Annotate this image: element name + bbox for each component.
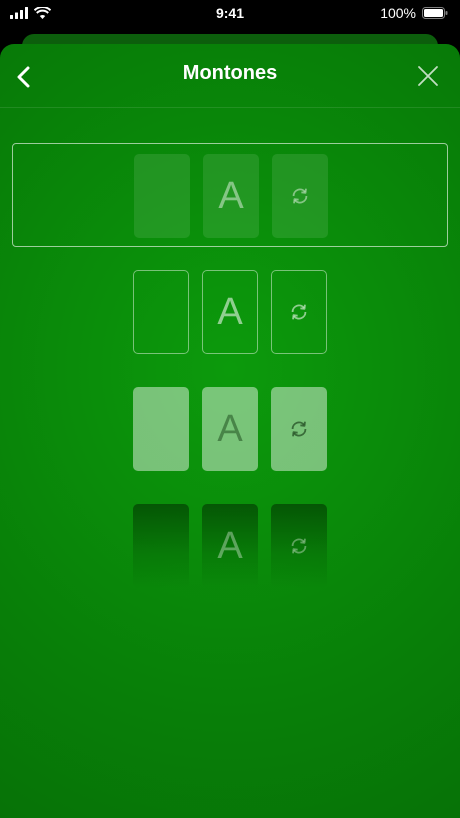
pile-style-option-1[interactable]: A (12, 143, 448, 247)
ace-label: A (217, 525, 243, 567)
stock-card (133, 387, 189, 471)
stock-card (134, 154, 190, 238)
close-button[interactable] (416, 64, 440, 88)
recycle-card (271, 504, 327, 588)
refresh-icon (292, 188, 308, 204)
ace-label: A (217, 291, 243, 333)
foundation-card: A (202, 270, 258, 354)
pile-style-sheet: Montones A A A A (0, 44, 460, 818)
recycle-card (272, 154, 328, 238)
nav-bar: Montones (0, 44, 460, 108)
refresh-icon (291, 421, 307, 437)
ace-label: A (218, 175, 244, 217)
stock-card (133, 504, 189, 588)
status-bar: 9:41 100% (0, 0, 460, 30)
ace-label: A (217, 408, 243, 450)
foundation-card: A (202, 387, 258, 471)
close-icon (418, 66, 438, 86)
page-title: Montones (182, 62, 278, 84)
pile-style-option-2[interactable]: A (12, 260, 448, 364)
pile-style-option-4[interactable]: A (12, 494, 448, 598)
pile-style-option-3[interactable]: A (12, 377, 448, 481)
battery-icon (422, 7, 448, 19)
foundation-card: A (202, 504, 258, 588)
battery-percent: 100% (380, 5, 416, 21)
refresh-icon (291, 538, 307, 554)
stock-card (133, 270, 189, 354)
status-right: 100% (380, 5, 448, 21)
recycle-card (271, 270, 327, 354)
recycle-card (271, 387, 327, 471)
foundation-card: A (203, 154, 259, 238)
refresh-icon (291, 304, 307, 320)
